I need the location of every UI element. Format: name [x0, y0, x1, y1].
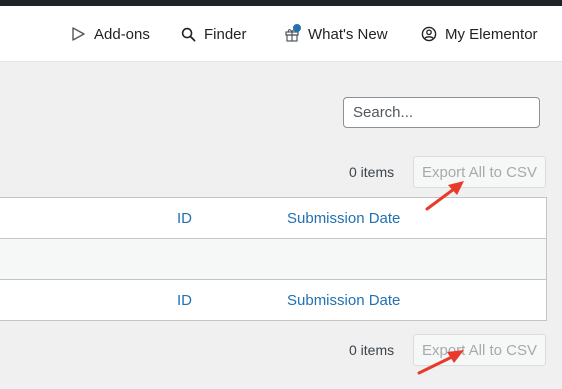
- export-csv-button-top[interactable]: Export All to CSV: [413, 156, 546, 188]
- empty-table-row: [0, 239, 546, 279]
- items-count-bottom: 0 items: [349, 342, 395, 358]
- nav-addons[interactable]: Add-ons: [70, 22, 150, 46]
- footer-column-submission-date[interactable]: Submission Date: [287, 292, 400, 309]
- nav-my-elementor[interactable]: My Elementor: [421, 22, 538, 46]
- column-submission-date[interactable]: Submission Date: [287, 210, 400, 227]
- column-id[interactable]: ID: [177, 210, 192, 227]
- user-circle-icon: [421, 26, 437, 42]
- addons-icon: [72, 27, 85, 41]
- search-icon: [181, 27, 196, 41]
- footer-column-id[interactable]: ID: [177, 292, 192, 309]
- nav-my-elementor-label: My Elementor: [445, 25, 538, 43]
- nav-whats-new[interactable]: What's New: [284, 22, 388, 46]
- nav-addons-label: Add-ons: [94, 25, 150, 43]
- search-input[interactable]: [343, 97, 540, 128]
- export-csv-button-bottom[interactable]: Export All to CSV: [413, 334, 546, 366]
- table-footer-row: ID Submission Date: [0, 279, 546, 320]
- nav-finder[interactable]: Finder: [181, 22, 247, 46]
- elementor-header: Add-ons Finder What's New My Elementor: [0, 6, 562, 62]
- items-count-top: 0 items: [349, 164, 395, 180]
- notification-dot: [293, 24, 301, 32]
- nav-finder-label: Finder: [204, 25, 247, 43]
- nav-whats-new-label: What's New: [308, 25, 388, 43]
- table-header-row: ID Submission Date: [0, 198, 546, 239]
- submissions-table: ID Submission Date ID Submission Date: [0, 197, 547, 321]
